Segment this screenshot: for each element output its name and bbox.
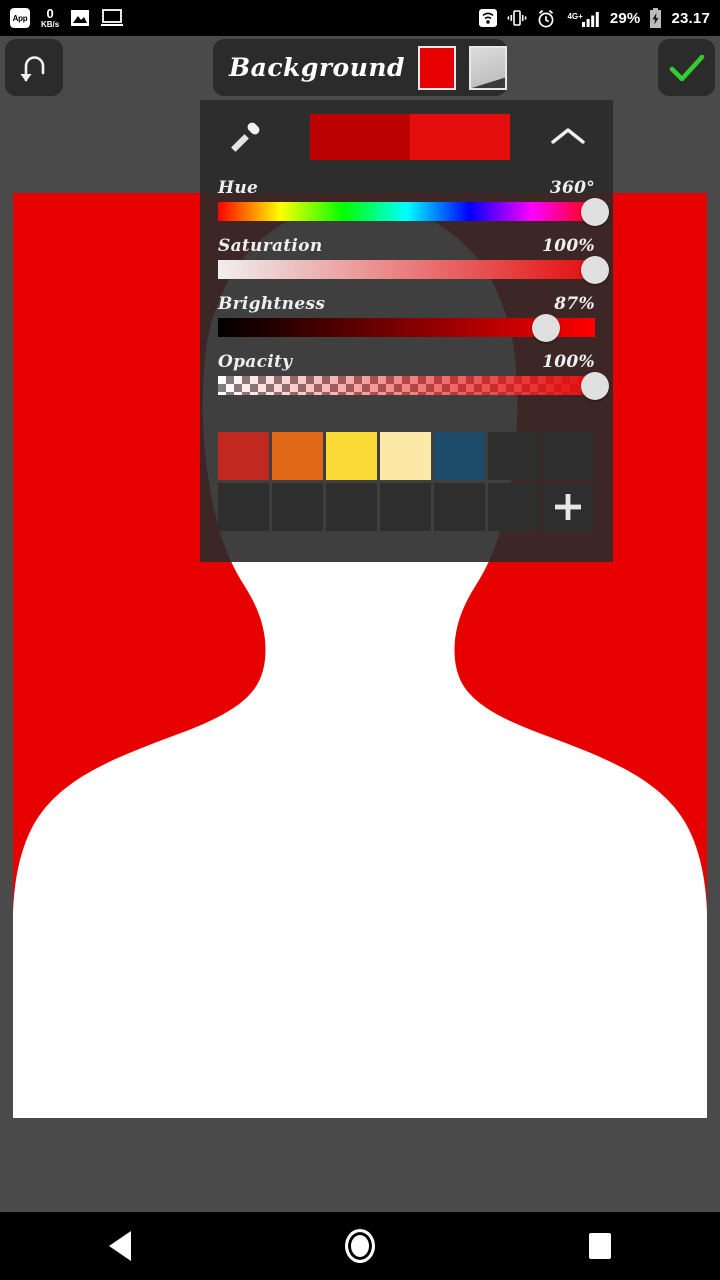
background-gradient-swatch[interactable] bbox=[469, 45, 507, 90]
nav-back-button[interactable] bbox=[60, 1212, 180, 1280]
slider-saturation-knob[interactable] bbox=[581, 255, 609, 284]
slider-hue-value: 360° bbox=[549, 178, 595, 198]
data-speed-unit: KB/s bbox=[41, 20, 60, 29]
nav-home-button[interactable] bbox=[300, 1212, 420, 1280]
app-root: App 0 KB/s 4G+ 29% 23.17 Background Hue … bbox=[0, 0, 720, 1280]
slider-hue[interactable]: Hue 360° bbox=[200, 178, 613, 226]
collapse-panel-button[interactable] bbox=[545, 116, 591, 158]
slider-saturation-track[interactable] bbox=[218, 255, 609, 284]
palette-swatch-empty[interactable] bbox=[218, 483, 269, 531]
palette-swatch-empty[interactable] bbox=[488, 483, 539, 531]
palette-swatch[interactable] bbox=[380, 432, 431, 480]
screencast-icon bbox=[101, 9, 124, 26]
slider-opacity-value: 100% bbox=[542, 352, 595, 372]
alarm-icon bbox=[539, 9, 554, 27]
slider-hue-label: Hue bbox=[218, 178, 259, 198]
slider-brightness[interactable]: Brightness 87% bbox=[200, 294, 613, 342]
network-type-label: 4G+ bbox=[567, 11, 583, 21]
undo-icon bbox=[20, 55, 45, 81]
slider-saturation[interactable]: Saturation 100% bbox=[200, 236, 613, 284]
app-badge-icon: App bbox=[10, 8, 30, 28]
slider-brightness-knob[interactable] bbox=[532, 313, 560, 342]
back-icon bbox=[109, 1231, 131, 1261]
palette-swatch[interactable] bbox=[326, 432, 377, 480]
palette-swatch-empty[interactable] bbox=[542, 432, 593, 480]
background-layer-chip[interactable]: Background bbox=[213, 39, 507, 96]
color-panel-header bbox=[200, 100, 613, 168]
signal-icon: 4G+ bbox=[565, 10, 600, 27]
nav-recents-button[interactable] bbox=[540, 1212, 660, 1280]
page-title: Background bbox=[229, 53, 406, 82]
slider-saturation-value: 100% bbox=[542, 236, 595, 256]
slider-opacity-track[interactable] bbox=[218, 371, 609, 400]
slider-brightness-value: 87% bbox=[554, 294, 595, 314]
android-nav-bar bbox=[0, 1212, 720, 1280]
plus-icon bbox=[554, 494, 581, 520]
status-bar-right: 4G+ 29% 23.17 bbox=[478, 8, 710, 28]
color-palette[interactable] bbox=[218, 432, 595, 534]
data-speed-value: 0 bbox=[46, 6, 54, 21]
palette-swatch-empty[interactable] bbox=[272, 483, 323, 531]
slider-opacity-knob[interactable] bbox=[581, 371, 609, 400]
slider-hue-knob[interactable] bbox=[581, 197, 609, 226]
palette-swatch[interactable] bbox=[434, 432, 485, 480]
slider-opacity-gradient bbox=[218, 376, 595, 395]
data-speed-icon: 0 KB/s bbox=[41, 7, 59, 29]
slider-opacity-label: Opacity bbox=[218, 352, 293, 372]
slider-hue-gradient bbox=[218, 202, 595, 221]
palette-swatch-empty[interactable] bbox=[434, 483, 485, 531]
status-bar: App 0 KB/s 4G+ 29% 23.17 bbox=[0, 0, 720, 36]
battery-percent-label: 29% bbox=[609, 9, 641, 27]
wifi-icon bbox=[479, 9, 498, 27]
vibrate-icon bbox=[508, 10, 527, 26]
palette-swatch[interactable] bbox=[272, 432, 323, 480]
home-icon bbox=[345, 1229, 375, 1263]
color-picker-panel[interactable]: Hue 360° Saturation 100% Brightness 87% … bbox=[200, 100, 613, 562]
palette-swatch-empty[interactable] bbox=[380, 483, 431, 531]
color-sliders: Hue 360° Saturation 100% Brightness 87% … bbox=[200, 178, 613, 410]
gallery-icon bbox=[71, 10, 90, 26]
battery-charging-icon bbox=[650, 8, 662, 28]
check-icon bbox=[669, 54, 704, 81]
slider-brightness-label: Brightness bbox=[218, 294, 326, 314]
slider-hue-track[interactable] bbox=[218, 197, 609, 226]
slider-brightness-track[interactable] bbox=[218, 313, 595, 342]
palette-swatch-empty[interactable] bbox=[326, 483, 377, 531]
eyedropper-button[interactable] bbox=[222, 114, 272, 158]
eyedropper-icon bbox=[231, 122, 260, 152]
palette-row bbox=[218, 483, 595, 531]
slider-opacity[interactable]: Opacity 100% bbox=[200, 352, 613, 400]
slider-saturation-gradient bbox=[218, 260, 595, 279]
add-color-button[interactable] bbox=[542, 483, 593, 531]
chevron-up-icon bbox=[551, 128, 585, 144]
status-bar-left: App 0 KB/s bbox=[10, 7, 124, 29]
palette-swatch-empty[interactable] bbox=[488, 432, 539, 480]
current-color-swatch[interactable] bbox=[410, 114, 510, 160]
palette-row bbox=[218, 432, 595, 480]
background-color-swatch[interactable] bbox=[418, 45, 457, 90]
color-compare-swatches[interactable] bbox=[310, 114, 510, 160]
undo-button[interactable] bbox=[5, 39, 63, 96]
palette-swatch[interactable] bbox=[218, 432, 269, 480]
clock-label: 23.17 bbox=[671, 9, 710, 27]
slider-saturation-label: Saturation bbox=[218, 236, 323, 256]
recents-icon bbox=[589, 1233, 611, 1259]
previous-color-swatch[interactable] bbox=[310, 114, 410, 160]
confirm-button[interactable] bbox=[658, 39, 715, 96]
